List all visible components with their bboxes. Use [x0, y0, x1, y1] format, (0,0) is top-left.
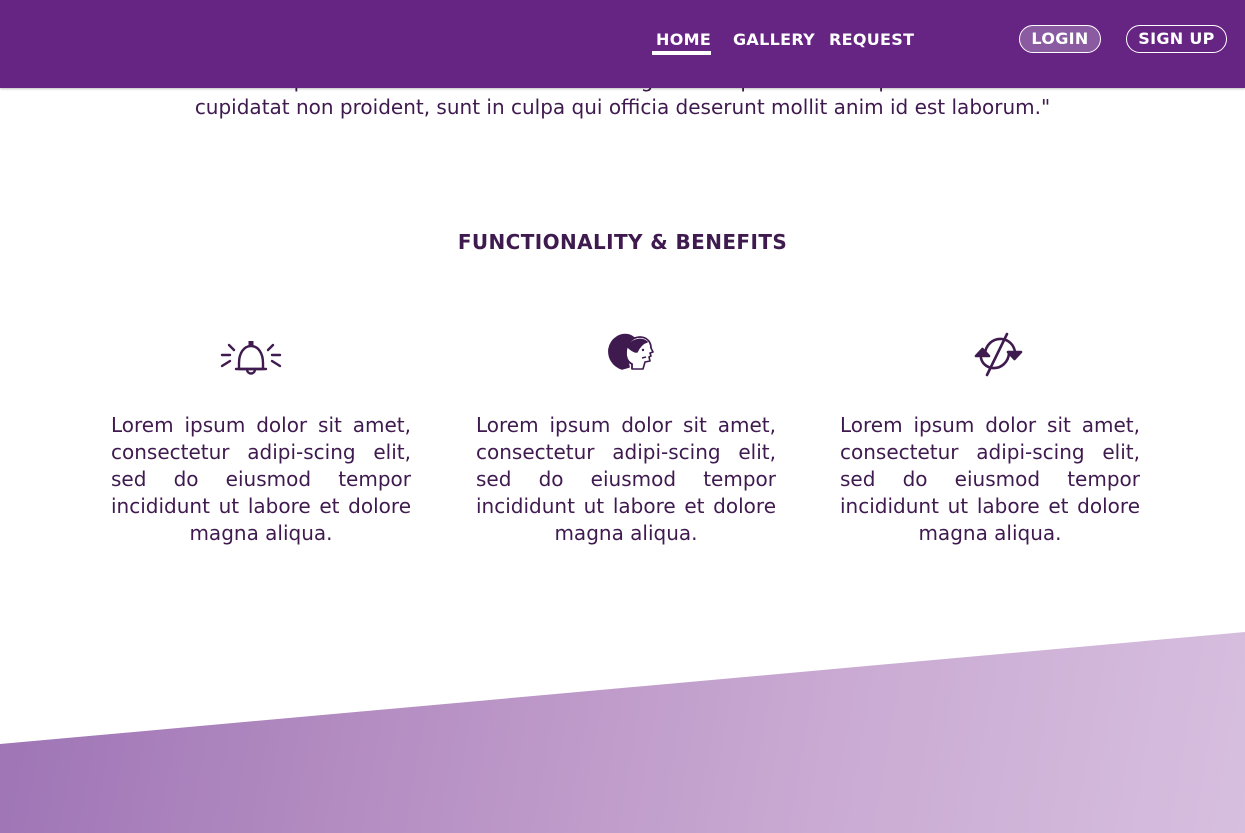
quote-line-2: cupidatat non proident, sunt in culpa qu…	[194, 95, 1051, 119]
decorative-gradient-band	[0, 632, 1245, 833]
people-icon	[595, 325, 665, 380]
feature-description-1: Lorem ipsum dolor sit amet, consectetur …	[111, 413, 411, 545]
section-title: FUNCTIONALITY & BENEFITS	[457, 230, 788, 254]
feature-description-2: Lorem ipsum dolor sit amet, consectetur …	[476, 413, 776, 545]
feature-description-3: Lorem ipsum dolor sit amet, consectetur …	[840, 413, 1140, 545]
sync-icon	[962, 325, 1032, 380]
nav-gallery-link[interactable]: GALLERY	[733, 30, 815, 50]
nav-request-link[interactable]: REQUEST	[829, 30, 914, 50]
bell-icon	[216, 325, 286, 380]
sign-up-button[interactable]: SIGN UP	[1126, 25, 1227, 53]
nav-home-link[interactable]: HOME	[656, 30, 711, 50]
login-button[interactable]: LOGIN	[1019, 25, 1101, 53]
active-nav-indicator	[652, 51, 711, 55]
top-navigation-bar: HOME GALLERY REQUEST LOGIN SIGN UP	[0, 0, 1245, 88]
